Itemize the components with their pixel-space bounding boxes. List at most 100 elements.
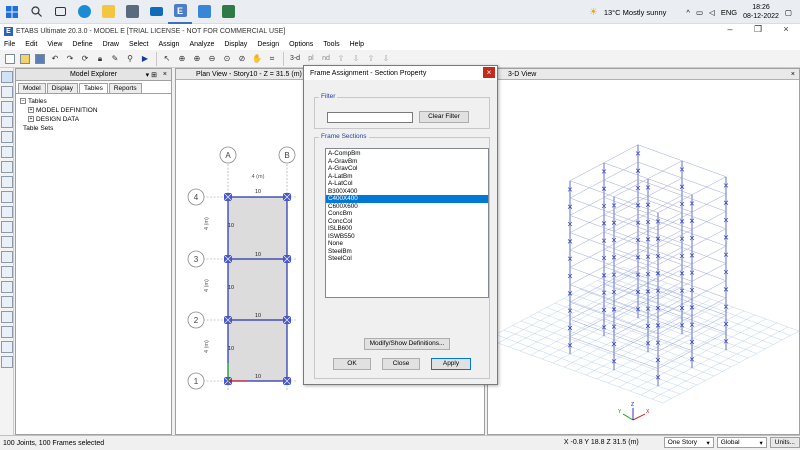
draw-wall-icon[interactable] — [1, 191, 13, 203]
section-item[interactable]: C400X400 — [326, 195, 488, 203]
edge-browser-icon[interactable] — [72, 0, 96, 24]
save-icon[interactable] — [33, 52, 47, 66]
clear-filter-button[interactable]: Clear Filter — [419, 111, 469, 123]
dialog-close-button[interactable]: × — [483, 67, 495, 78]
zoom-in-icon[interactable]: ⊕ — [190, 52, 204, 66]
view-elevation-button[interactable]: nd — [319, 52, 333, 66]
section-item[interactable]: A-LatBm — [326, 173, 488, 181]
undo-icon[interactable]: ↶ — [48, 52, 62, 66]
pin-icon[interactable]: ▾ ⊞ — [146, 71, 157, 79]
draw-grid-icon[interactable] — [1, 161, 13, 173]
draw-beam-icon[interactable] — [1, 131, 13, 143]
menu-select[interactable]: Select — [129, 41, 148, 48]
draw-slab-icon[interactable] — [1, 221, 13, 233]
open-folder-icon[interactable] — [18, 52, 32, 66]
section-item[interactable]: ConcBm — [326, 210, 488, 218]
section-item[interactable]: SteelCol — [326, 255, 488, 263]
app-icon[interactable] — [216, 0, 240, 24]
menu-view[interactable]: View — [47, 41, 62, 48]
run-analysis-icon[interactable]: ▶ — [138, 52, 152, 66]
file-explorer-icon[interactable] — [96, 0, 120, 24]
menu-assign[interactable]: Assign — [158, 41, 179, 48]
tab-reports[interactable]: Reports — [108, 83, 142, 93]
etabs-taskbar-icon[interactable]: E — [168, 0, 192, 24]
link-icon[interactable]: ⚲ — [123, 52, 137, 66]
lock-icon[interactable]: 🔒︎ — [93, 52, 107, 66]
menu-display[interactable]: Display — [224, 41, 247, 48]
section-item[interactable]: A-GravBm — [326, 158, 488, 166]
units-button[interactable]: Units... — [769, 437, 800, 448]
refresh-icon[interactable]: ⟳ — [78, 52, 92, 66]
draw-dimension-icon[interactable] — [1, 266, 13, 278]
draw-tendon-icon[interactable] — [1, 281, 13, 293]
menu-design[interactable]: Design — [257, 41, 279, 48]
filter-input[interactable] — [327, 112, 413, 123]
section-item[interactable]: SteelBm — [326, 248, 488, 256]
section-item[interactable]: None — [326, 240, 488, 248]
section-item[interactable]: C600X600 — [326, 203, 488, 211]
apply-button[interactable]: Apply — [431, 358, 471, 370]
windows-start-icon[interactable] — [0, 0, 24, 24]
notification-icon[interactable]: ▢ — [785, 8, 792, 17]
tree-node-model-definition[interactable]: + MODEL DEFINITION — [20, 106, 167, 115]
close-icon[interactable]: × — [791, 71, 795, 78]
story-dropdown[interactable]: One Story ▾ — [663, 437, 714, 448]
menu-tools[interactable]: Tools — [323, 41, 339, 48]
measure-icon[interactable] — [1, 326, 13, 338]
store-icon[interactable] — [120, 0, 144, 24]
mail-icon[interactable] — [144, 0, 168, 24]
coordinate-system-dropdown[interactable]: Global ▾ — [716, 437, 767, 448]
expand-icon[interactable]: + — [28, 116, 34, 123]
section-item[interactable]: A-GravCol — [326, 165, 488, 173]
snap-icon[interactable] — [1, 311, 13, 323]
zoom-extents-icon[interactable]: ⊙ — [220, 52, 234, 66]
section-item[interactable]: A-LatCol — [326, 180, 488, 188]
arrow-up-icon[interactable]: ⇧ — [334, 52, 348, 66]
section-item[interactable]: ConcCol — [326, 218, 488, 226]
section-item[interactable]: ISLB600 — [326, 225, 488, 233]
ok-button[interactable]: OK — [333, 358, 371, 370]
view-3d-button[interactable]: 3-d — [287, 52, 303, 66]
tab-display[interactable]: Display — [46, 83, 79, 93]
arrow-down-icon[interactable]: ⇩ — [349, 52, 363, 66]
volume-icon[interactable]: ◁ — [709, 8, 715, 17]
zoom-previous-icon[interactable]: ⊘ — [235, 52, 249, 66]
wave-icon[interactable] — [1, 341, 13, 353]
tab-tables[interactable]: Tables — [79, 83, 108, 93]
tree-node-design-data[interactable]: + DESIGN DATA — [20, 115, 167, 124]
arrow-down-icon[interactable]: ⇩ — [379, 52, 393, 66]
zoom-window-icon[interactable]: ⊕ — [175, 52, 189, 66]
tree-node-table-sets[interactable]: Table Sets — [20, 124, 167, 133]
expand-icon[interactable]: + — [28, 107, 34, 114]
close-icon[interactable]: × — [163, 71, 167, 78]
draw-column-icon[interactable] — [1, 116, 13, 128]
new-model-icon[interactable] — [3, 52, 17, 66]
language-indicator[interactable]: ENG — [721, 8, 737, 17]
network-icon[interactable]: ▭ — [696, 8, 703, 17]
menu-analyze[interactable]: Analyze — [189, 41, 214, 48]
task-view-icon[interactable] — [48, 0, 72, 24]
arrow-up-icon[interactable]: ⇧ — [364, 52, 378, 66]
tab-model[interactable]: Model — [18, 83, 46, 93]
close-button[interactable]: Close — [382, 358, 420, 370]
weather-text[interactable]: 13°C Mostly sunny — [604, 8, 667, 17]
draw-area-icon[interactable] — [1, 176, 13, 188]
collapse-icon[interactable]: – — [20, 98, 26, 105]
menu-help[interactable]: Help — [350, 41, 364, 48]
draw-brace-icon[interactable] — [1, 146, 13, 158]
photos-icon[interactable] — [192, 0, 216, 24]
more-tools-icon[interactable] — [1, 356, 13, 368]
view-plan-button[interactable]: pl — [304, 52, 318, 66]
pointer-icon[interactable]: ↖ — [160, 52, 174, 66]
frame-sections-list[interactable]: A-CompBm A-GravBm A-GravCol A-LatBm A-LatCol… — [325, 148, 489, 298]
menu-edit[interactable]: Edit — [25, 41, 37, 48]
select-pointer-icon[interactable] — [1, 71, 13, 83]
menu-file[interactable]: File — [4, 41, 15, 48]
minimize-icon[interactable]: – — [716, 24, 744, 35]
weather-icon[interactable]: ☀ — [589, 7, 598, 18]
draw-link-icon[interactable] — [1, 251, 13, 263]
draw-point-icon[interactable] — [1, 236, 13, 248]
pencil-icon[interactable]: ✎ — [108, 52, 122, 66]
draw-ref-icon[interactable] — [1, 296, 13, 308]
menu-options[interactable]: Options — [289, 41, 313, 48]
